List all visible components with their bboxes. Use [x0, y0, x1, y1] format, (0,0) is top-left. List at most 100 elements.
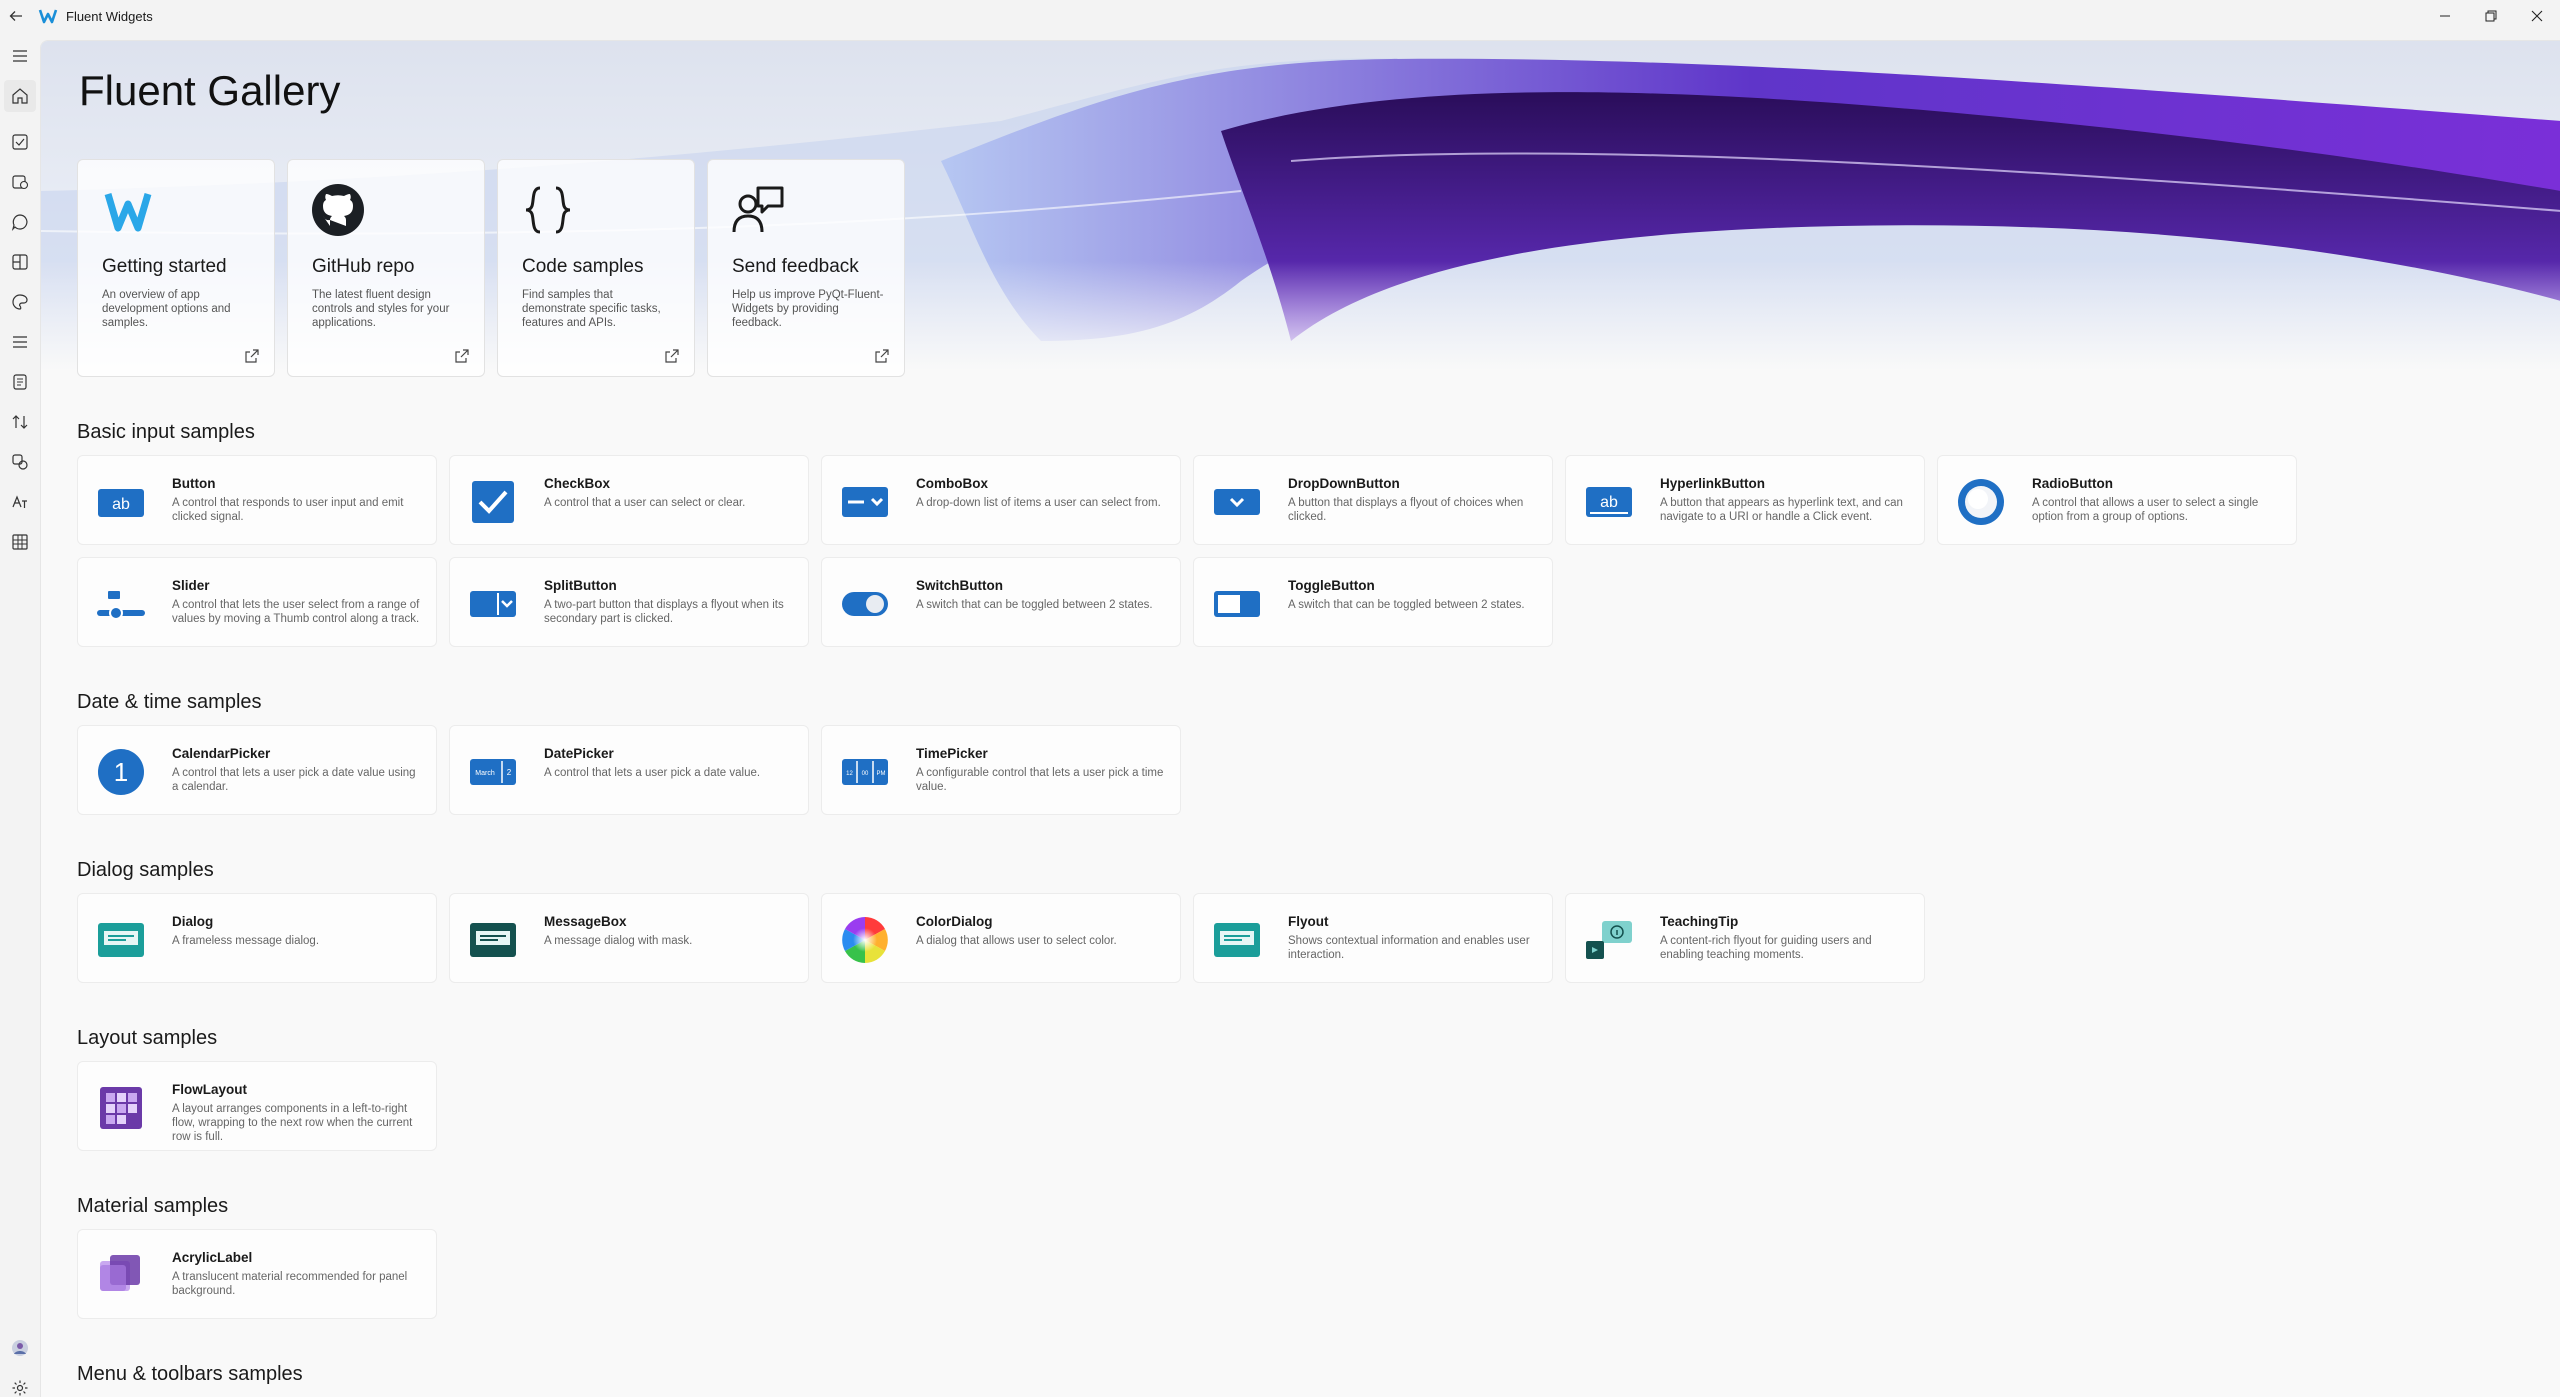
card-title: AcrylicLabel — [172, 1250, 253, 1265]
home-icon — [12, 88, 28, 104]
restore-button[interactable] — [2468, 0, 2514, 32]
link-card-github-repo[interactable]: GitHub repo The latest fluent design con… — [287, 159, 485, 377]
card-title: Button — [172, 476, 216, 491]
slider-icon — [97, 591, 145, 620]
sample-card-messagebox[interactable]: MessageBox A message dialog with mask. — [449, 893, 809, 983]
close-button[interactable] — [2514, 0, 2560, 32]
nav-status-info[interactable] — [4, 446, 36, 478]
window-title: Fluent Widgets — [66, 8, 153, 24]
page-title: Fluent Gallery — [79, 67, 341, 114]
link-card-description: The latest fluent design controls and st… — [312, 289, 450, 329]
card-title: CalendarPicker — [172, 746, 271, 761]
switch-button-icon — [842, 592, 888, 616]
sample-card-datepicker[interactable]: March 2 DatePicker A control that lets a … — [449, 725, 809, 815]
card-description: A button that appears as hyperlink text,… — [1660, 497, 1903, 523]
card-title: SplitButton — [544, 578, 617, 593]
nav-menu[interactable] — [4, 326, 36, 358]
radio-button-icon — [1958, 479, 2004, 525]
section-title-material: Material samples — [77, 1195, 229, 1217]
sample-card-button[interactable]: ab Button A control that responds to use… — [77, 455, 437, 545]
card-title: MessageBox — [544, 914, 627, 929]
card-description: A layout arranges components in a left-t… — [172, 1103, 413, 1143]
checkbox-sample-icon — [472, 481, 514, 523]
acrylic-label-icon — [100, 1255, 140, 1291]
navigation-sidebar — [0, 32, 40, 1397]
color-wheel-icon — [842, 917, 888, 963]
sample-card-calendarpicker[interactable]: 1 CalendarPicker A control that lets a u… — [77, 725, 437, 815]
nav-settings[interactable] — [4, 1372, 36, 1397]
arrow-left-icon — [9, 11, 22, 21]
link-card-code-samples[interactable]: Code samples Find samples that demonstra… — [497, 159, 695, 377]
sample-card-switchbutton[interactable]: SwitchButton A switch that can be toggle… — [821, 557, 1181, 647]
main-content[interactable]: Fluent Gallery Getting started An overvi… — [40, 40, 2560, 1397]
nav-material[interactable] — [4, 286, 36, 318]
text-icon — [12, 495, 27, 508]
dropdown-button-icon — [1214, 489, 1260, 515]
sample-card-teachingtip[interactable]: TeachingTip A content-rich flyout for gu… — [1565, 893, 1925, 983]
time-picker-icon: 12 00 PM — [842, 759, 888, 785]
svg-text:ab: ab — [1600, 494, 1618, 511]
card-title: ColorDialog — [916, 914, 993, 929]
nav-date-time[interactable] — [4, 166, 36, 198]
sample-card-slider[interactable]: Slider A control that lets the user sele… — [77, 557, 437, 647]
sample-card-dropdownbutton[interactable]: DropDownButton A button that displays a … — [1193, 455, 1553, 545]
flow-layout-icon — [100, 1087, 142, 1129]
nav-home[interactable] — [4, 80, 36, 112]
nav-text[interactable] — [4, 486, 36, 518]
sample-card-dialog[interactable]: Dialog A frameless message dialog. — [77, 893, 437, 983]
hyperlink-button-icon: ab — [1586, 487, 1632, 517]
sample-card-checkbox[interactable]: CheckBox A control that a user can selec… — [449, 455, 809, 545]
sample-card-flyout[interactable]: Flyout Shows contextual information and … — [1193, 893, 1553, 983]
card-description: A message dialog with mask. — [544, 935, 693, 947]
back-button[interactable] — [0, 0, 32, 32]
nav-layout[interactable] — [4, 246, 36, 278]
combobox-icon — [842, 487, 888, 517]
sample-card-combobox[interactable]: ComboBox A drop-down list of items a use… — [821, 455, 1181, 545]
nav-basic-input[interactable] — [4, 126, 36, 158]
button-icon: ab — [98, 489, 144, 517]
sample-card-splitbutton[interactable]: SplitButton A two-part button that displ… — [449, 557, 809, 647]
nav-scrolling[interactable] — [4, 406, 36, 438]
card-title: RadioButton — [2032, 476, 2113, 491]
sample-card-radiobutton[interactable]: RadioButton A control that allows a user… — [1937, 455, 2297, 545]
card-title: TeachingTip — [1660, 914, 1739, 929]
flyout-icon — [1214, 923, 1260, 957]
external-link-icon — [245, 349, 259, 363]
nav-view[interactable] — [4, 526, 36, 558]
date-picker-icon: March 2 — [470, 759, 516, 785]
card-title: TimePicker — [916, 746, 988, 761]
link-card-getting-started[interactable]: Getting started An overview of app devel… — [77, 159, 275, 377]
sample-card-timepicker[interactable]: 12 00 PM TimePicker A configurable control… — [821, 725, 1181, 815]
avatar[interactable] — [4, 1332, 36, 1364]
section-title-basic-input: Basic input samples — [77, 421, 255, 443]
sample-card-flowlayout[interactable]: FlowLayout A layout arranges components … — [77, 1061, 437, 1151]
card-description: A control that lets a user pick a date v… — [544, 767, 761, 779]
layout-icon — [12, 254, 28, 270]
external-link-icon — [455, 349, 469, 363]
sample-card-hyperlinkbutton[interactable]: ab HyperlinkButton A button that appears… — [1565, 455, 1925, 545]
link-card-title: Send feedback — [732, 256, 859, 277]
card-description: A control that lets the user select from… — [172, 599, 420, 625]
minimize-icon — [2440, 15, 2450, 17]
card-description: A button that displays a flyout of choic… — [1288, 497, 1524, 523]
nav-dialog[interactable] — [4, 206, 36, 238]
avatar-icon — [12, 1340, 28, 1356]
sample-card-togglebutton[interactable]: ToggleButton A switch that can be toggle… — [1193, 557, 1553, 647]
link-card-title: Getting started — [102, 256, 227, 277]
nav-navigation[interactable] — [4, 366, 36, 398]
sample-card-acryliclabel[interactable]: AcrylicLabel A translucent material reco… — [77, 1229, 437, 1319]
link-card-send-feedback[interactable]: Send feedback Help us improve PyQt-Fluen… — [707, 159, 905, 377]
minimize-button[interactable] — [2422, 0, 2468, 32]
chat-icon — [11, 214, 28, 231]
settings-icon — [12, 1380, 28, 1396]
card-title: Dialog — [172, 914, 214, 929]
card-description: A dialog that allows user to select colo… — [916, 935, 1117, 947]
svg-text:1: 1 — [114, 757, 128, 787]
toggle-button-icon — [1214, 591, 1260, 617]
datetime-icon — [12, 175, 29, 190]
svg-text:12: 12 — [846, 771, 853, 777]
menu-toggle-button[interactable] — [4, 40, 36, 72]
card-title: SwitchButton — [916, 578, 1003, 593]
svg-text:ab: ab — [112, 496, 130, 513]
sample-card-colordialog[interactable]: ColorDialog A dialog that allows user to… — [821, 893, 1181, 983]
